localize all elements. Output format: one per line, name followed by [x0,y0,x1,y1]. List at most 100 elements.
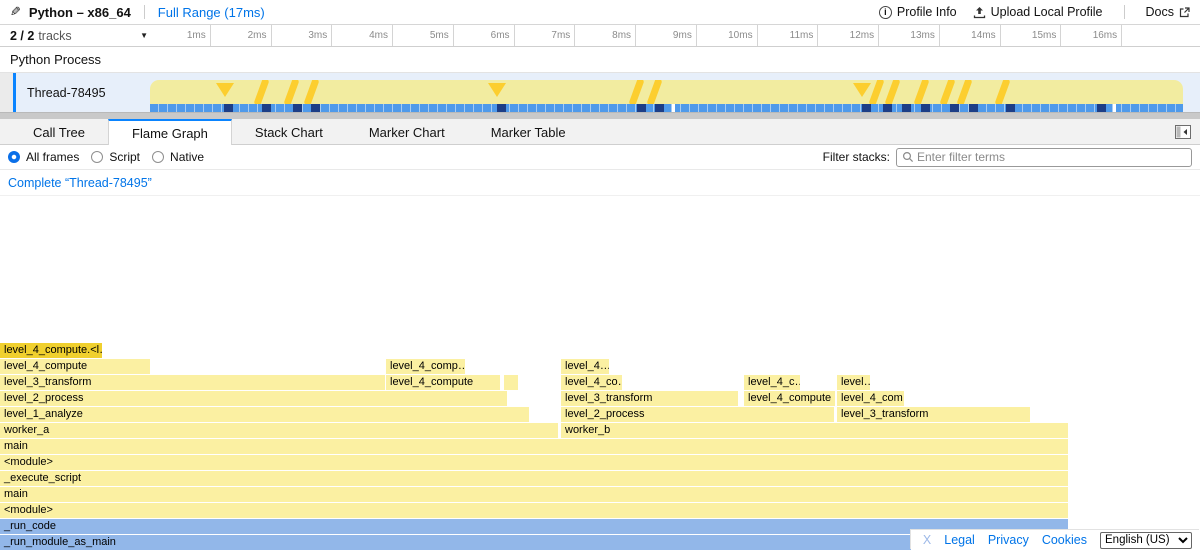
frame-filter-radios: All frames Script Native [8,150,204,164]
ruler-tick: 13ms [879,25,940,46]
tracks-dropdown[interactable]: 2 / 2 tracks ▼ [10,25,148,46]
footer-link-cookies[interactable]: Cookies [1042,533,1087,547]
tab-marker-chart[interactable]: Marker Chart [346,119,468,144]
flame-row: <module> [0,503,1069,519]
flame-row: _run_module_as_main [0,535,1069,550]
upload-local-profile-button[interactable]: Upload Local Profile [973,5,1103,19]
sample-segment [311,104,320,112]
ruler-tick: 4ms [332,25,393,46]
flame-block[interactable]: _run_module_as_main [0,535,1069,550]
app-header: ✎ Python – x86_64 Full Range (17ms) i Pr… [0,0,1200,25]
ruler-tick: 3ms [272,25,333,46]
flame-block[interactable]: main [0,487,1069,502]
slash-marker-icon [628,80,644,104]
sample-gap [672,104,675,112]
flame-block[interactable]: level_4_compute [386,375,501,390]
ruler-tick: 11ms [758,25,819,46]
sample-segment [1097,104,1106,112]
flame-row: <module> [0,455,1069,471]
ruler-tick: 1ms [150,25,211,46]
flame-block[interactable]: main [0,439,1069,454]
profile-title: Python – x86_64 [29,5,131,20]
flame-block[interactable]: level_4… [561,359,610,374]
ruler-tick: 9ms [636,25,697,46]
thread-track-canvas [150,73,1183,112]
flame-graph-canvas[interactable]: level_4_compute.<l…level_4_computelevel_… [0,196,1200,550]
slash-marker-icon [956,80,972,104]
radio-script[interactable]: Script [91,150,140,164]
flame-block[interactable]: level_4_compute [0,359,151,374]
filter-search-box [896,148,1192,167]
flame-block[interactable]: level_4_compute [744,391,836,406]
tab-stack-chart[interactable]: Stack Chart [232,119,346,144]
footer-link-privacy[interactable]: Privacy [988,533,1029,547]
slash-marker-icon [646,80,662,104]
docs-button[interactable]: Docs [1146,5,1190,19]
flame-row: level_4_compute level_4_comp… level_4… [0,359,1069,375]
slash-marker-icon [303,80,319,104]
sample-gap [1113,104,1116,112]
breadcrumb[interactable]: Complete “Thread-78495” [8,176,152,190]
flame-row: level_3_transformlevel_4_compute level_4_… [0,375,1069,391]
flame-block[interactable]: _run_code [0,519,1069,534]
ruler-tick: 7ms [515,25,576,46]
flame-block[interactable]: level_1_analyze [0,407,530,422]
footer-link-legal[interactable]: Legal [944,533,975,547]
thread-track-label[interactable]: Thread-78495 [27,73,106,112]
flame-block[interactable]: level_3_transform [561,391,739,406]
radio-all-frames[interactable]: All frames [8,150,79,164]
flame-block[interactable]: <module> [0,503,1069,518]
flame-row: _execute_script [0,471,1069,487]
flame-block[interactable]: level_3_transform [0,375,386,390]
flame-block[interactable]: level… [837,375,871,390]
profile-info-button[interactable]: i Profile Info [879,5,957,19]
edit-pencil-icon[interactable]: ✎ [10,4,21,20]
filter-stacks-input[interactable] [917,150,1191,164]
timeline-resize-divider[interactable] [0,112,1200,119]
thread-sample-strip[interactable] [150,104,1183,112]
flame-block[interactable]: level_4_co… [561,375,623,390]
flame-block[interactable]: level_2_process [0,391,508,406]
tab-marker-table[interactable]: Marker Table [468,119,589,144]
slash-marker-icon [994,80,1010,104]
chevron-down-icon: ▼ [140,31,148,40]
sample-segment [497,104,506,112]
flame-block[interactable]: _execute_script [0,471,1069,486]
flame-row: worker_aworker_b [0,423,1069,439]
footer-link-x[interactable]: X [923,533,931,547]
timeline-ruler: 1ms2ms3ms4ms5ms6ms7ms8ms9ms10ms11ms12ms1… [150,25,1200,46]
ruler-tick: 8ms [575,25,636,46]
header-left: ✎ Python – x86_64 Full Range (17ms) [10,4,265,20]
flame-block[interactable]: worker_b [561,423,1069,438]
language-select[interactable]: English (US) [1100,532,1192,549]
footer-bar: X Legal Privacy Cookies English (US) [911,530,1200,550]
sample-segment [655,104,664,112]
radio-dot [8,151,20,163]
flame-row: main [0,487,1069,503]
flame-block[interactable]: <module> [0,455,1069,470]
tab-flame-graph[interactable]: Flame Graph [108,119,232,145]
header-right: i Profile Info Upload Local Profile Docs [879,5,1190,19]
track-python-process[interactable]: Python Process [0,47,1200,73]
radio-native[interactable]: Native [152,150,204,164]
slash-marker-icon [939,80,955,104]
flame-block[interactable]: level_2_process [561,407,835,422]
flame-row: level_4_compute.<l… [0,343,1069,359]
flame-block[interactable]: level_3_transform [837,407,1031,422]
tab-call-tree[interactable]: Call Tree [10,119,108,144]
thread-activity-graph[interactable] [150,80,1183,104]
flame-block[interactable]: worker_a [0,423,559,438]
flame-block[interactable]: level_4_c… [744,375,801,390]
full-range-button[interactable]: Full Range (17ms) [158,5,265,20]
flame-block[interactable]: level_4_com… [837,391,905,406]
flame-block[interactable]: level_4_comp… [386,359,466,374]
sidebar-toggle-button[interactable] [1175,119,1191,144]
flame-block[interactable] [504,375,519,390]
footer-links: X Legal Privacy Cookies [923,533,1087,547]
sample-segment [862,104,871,112]
radio-dot [152,151,164,163]
tracks-word: tracks [38,29,71,43]
flame-graph-toolbar: All framesScriptNative Filter stacks: [0,145,1200,170]
triangle-marker-icon [853,83,871,97]
flame-block[interactable]: level_4_compute.<l… [0,343,103,358]
